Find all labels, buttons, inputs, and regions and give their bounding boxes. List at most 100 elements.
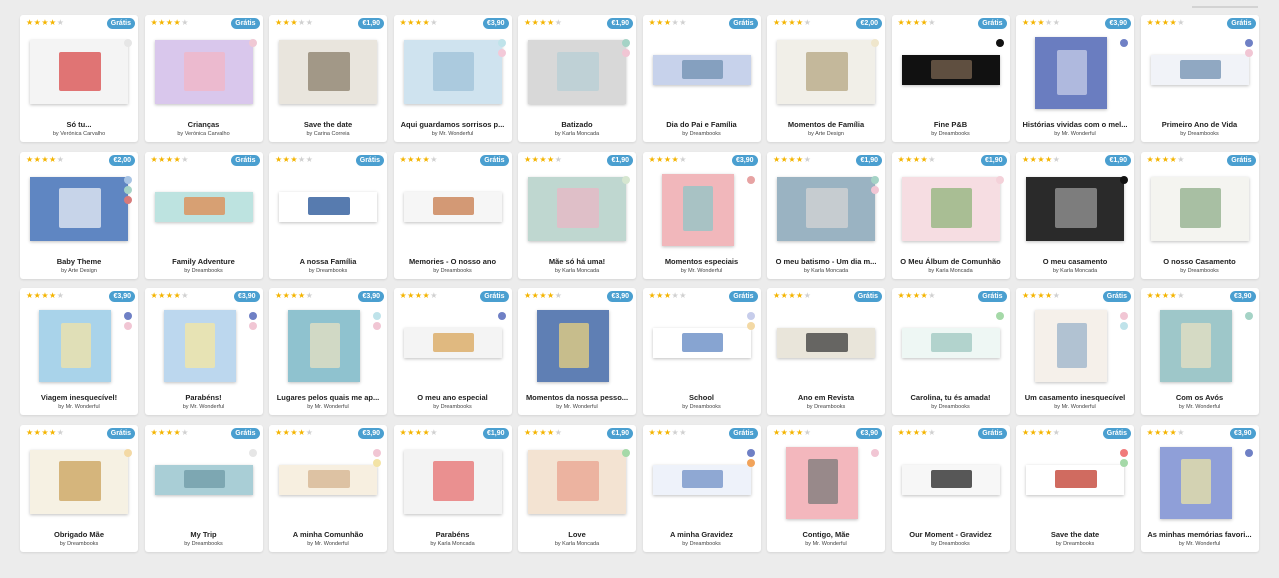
product-card[interactable]: ★★★★★ Grátis Crianças by Verónica Carval… (144, 15, 263, 142)
product-card[interactable]: ★★★★★ €3,90 As minhas memórias favori...… (1140, 424, 1259, 552)
album-cover-thumbnail[interactable] (652, 55, 751, 85)
product-card[interactable]: ★★★★★ €2,00 Momentos de Família by Arte … (767, 15, 885, 142)
product-title[interactable]: Histórias vividas com o mel... (1019, 120, 1131, 130)
color-swatch[interactable] (995, 312, 1004, 320)
product-title[interactable]: O nosso Casamento (1144, 257, 1256, 267)
product-title[interactable]: My Trip (148, 530, 260, 540)
color-swatch[interactable] (124, 185, 132, 194)
product-title[interactable]: Batizado (521, 120, 633, 130)
product-title[interactable]: Save the date (272, 120, 384, 130)
color-swatch[interactable] (622, 448, 630, 457)
color-swatch[interactable] (746, 322, 755, 330)
product-card[interactable]: ★★★★★ €1,90 O meu casamento by Karla Mon… (1016, 151, 1134, 279)
album-cover-thumbnail[interactable] (528, 40, 626, 104)
album-cover-thumbnail[interactable] (1159, 310, 1232, 382)
album-cover-thumbnail[interactable] (537, 310, 609, 382)
product-card[interactable]: ★★★★★ Grátis Um casamento inesquecível b… (1016, 288, 1134, 415)
color-swatch[interactable] (497, 39, 506, 47)
album-cover-thumbnail[interactable] (279, 191, 377, 222)
color-swatch[interactable] (746, 175, 755, 184)
product-card[interactable]: ★★★★★ €2,00 Baby Theme by Arte Design (20, 151, 138, 279)
product-title[interactable]: A minha Comunhão (272, 530, 384, 540)
album-cover-thumbnail[interactable] (901, 55, 1000, 85)
album-cover-thumbnail[interactable] (777, 328, 875, 358)
album-cover-thumbnail[interactable] (652, 328, 751, 358)
product-card[interactable]: ★★★★★ Grátis A minha Gravidez by Dreambo… (642, 424, 761, 552)
product-card[interactable]: ★★★★★ Grátis Family Adventure by Dreambo… (144, 151, 263, 279)
album-cover-thumbnail[interactable] (661, 173, 734, 246)
product-card[interactable]: ★★★★★ Grátis School by Dreambooks (642, 288, 761, 415)
color-swatch[interactable] (871, 185, 879, 194)
product-card[interactable]: ★★★★★ Grátis Memories - O nosso ano by D… (393, 151, 512, 279)
product-title[interactable]: Ano em Revista (770, 393, 882, 403)
product-title[interactable]: O meu batismo - Um dia m... (770, 257, 882, 267)
product-card[interactable]: ★★★★★ €3,90 Momentos da nossa pesso... b… (518, 288, 636, 415)
product-title[interactable]: O meu casamento (1019, 257, 1131, 267)
color-swatch[interactable] (373, 322, 381, 330)
color-swatch[interactable] (1244, 39, 1253, 47)
product-title[interactable]: Family Adventure (148, 257, 260, 267)
color-swatch[interactable] (995, 39, 1004, 47)
product-title[interactable]: Momentos da nossa pesso... (521, 393, 633, 403)
product-title[interactable]: Parabéns (397, 530, 509, 540)
album-cover-thumbnail[interactable] (1159, 446, 1232, 519)
product-title[interactable]: A minha Gravidez (646, 530, 758, 540)
album-cover-thumbnail[interactable] (652, 464, 751, 495)
album-cover-thumbnail[interactable] (901, 176, 1000, 241)
product-title[interactable]: Fine P&B (895, 120, 1007, 130)
color-swatch[interactable] (871, 175, 879, 184)
color-swatch[interactable] (746, 448, 755, 457)
album-cover-thumbnail[interactable] (403, 40, 502, 104)
color-swatch[interactable] (248, 312, 257, 320)
product-title[interactable]: Viagem inesquecível! (23, 393, 135, 403)
color-swatch[interactable] (1120, 39, 1128, 47)
product-card[interactable]: ★★★★★ €3,90 Viagem inesquecível! by Mr. … (20, 288, 138, 415)
album-cover-thumbnail[interactable] (403, 449, 502, 514)
album-cover-thumbnail[interactable] (163, 310, 236, 382)
product-title[interactable]: Contigo, Mãe (770, 530, 882, 540)
color-swatch[interactable] (995, 175, 1004, 184)
color-swatch[interactable] (373, 458, 381, 467)
album-cover-thumbnail[interactable] (1150, 55, 1249, 85)
product-title[interactable]: O Meu Álbum de Comunhão (895, 257, 1007, 267)
album-cover-thumbnail[interactable] (901, 328, 1000, 358)
color-swatch[interactable] (1120, 448, 1128, 457)
product-title[interactable]: Carolina, tu és amada! (895, 393, 1007, 403)
color-swatch[interactable] (622, 49, 630, 57)
product-card[interactable]: ★★★★★ €1,90 Save the date by Carina Corr… (269, 15, 387, 142)
color-swatch[interactable] (871, 448, 879, 457)
album-cover-thumbnail[interactable] (786, 446, 858, 519)
product-card[interactable]: ★★★★★ Grátis O meu ano especial by Dream… (393, 288, 512, 415)
product-card[interactable]: ★★★★★ Grátis Primeiro Ano de Vida by Dre… (1140, 15, 1259, 142)
color-swatch[interactable] (248, 39, 257, 47)
product-title[interactable]: Com os Avós (1144, 393, 1256, 403)
color-swatch[interactable] (373, 448, 381, 457)
product-card[interactable]: ★★★★★ Grátis O nosso Casamento by Dreamb… (1140, 151, 1259, 279)
color-swatch[interactable] (124, 195, 132, 204)
product-card[interactable]: ★★★★★ €1,90 Parabéns by Karla Moncada (393, 424, 512, 552)
album-cover-thumbnail[interactable] (901, 464, 1000, 495)
product-card[interactable]: ★★★★★ €1,90 Batizado by Karla Moncada (518, 15, 636, 142)
product-card[interactable]: ★★★★★ €3,90 Histórias vividas com o mel.… (1016, 15, 1134, 142)
product-title[interactable]: Parabéns! (148, 393, 260, 403)
album-cover-thumbnail[interactable] (30, 449, 128, 514)
album-cover-thumbnail[interactable] (1026, 176, 1124, 241)
album-cover-thumbnail[interactable] (279, 40, 377, 104)
color-swatch[interactable] (124, 175, 132, 184)
product-card[interactable]: ★★★★★ €3,90 Com os Avós by Mr. Wonderful (1140, 288, 1259, 415)
product-card[interactable]: ★★★★★ €3,90 A minha Comunhão by Mr. Wond… (269, 424, 387, 552)
product-card[interactable]: ★★★★★ €1,90 Mãe só há uma! by Karla Monc… (518, 151, 636, 279)
product-title[interactable]: Crianças (148, 120, 260, 130)
album-cover-thumbnail[interactable] (288, 310, 360, 382)
color-swatch[interactable] (373, 312, 381, 320)
album-cover-thumbnail[interactable] (30, 40, 128, 104)
product-card[interactable]: ★★★★★ Grátis Só tu... by Verónica Carval… (20, 15, 138, 142)
color-swatch[interactable] (746, 312, 755, 320)
product-title[interactable]: O meu ano especial (397, 393, 509, 403)
color-swatch[interactable] (124, 322, 132, 330)
album-cover-thumbnail[interactable] (528, 449, 626, 514)
product-card[interactable]: ★★★★★ Grátis Obrigado Mãe by Dreambooks (20, 424, 138, 552)
album-cover-thumbnail[interactable] (154, 191, 253, 222)
product-card[interactable]: ★★★★★ €3,90 Lugares pelos quais me ap...… (269, 288, 387, 415)
album-cover-thumbnail[interactable] (154, 40, 253, 104)
